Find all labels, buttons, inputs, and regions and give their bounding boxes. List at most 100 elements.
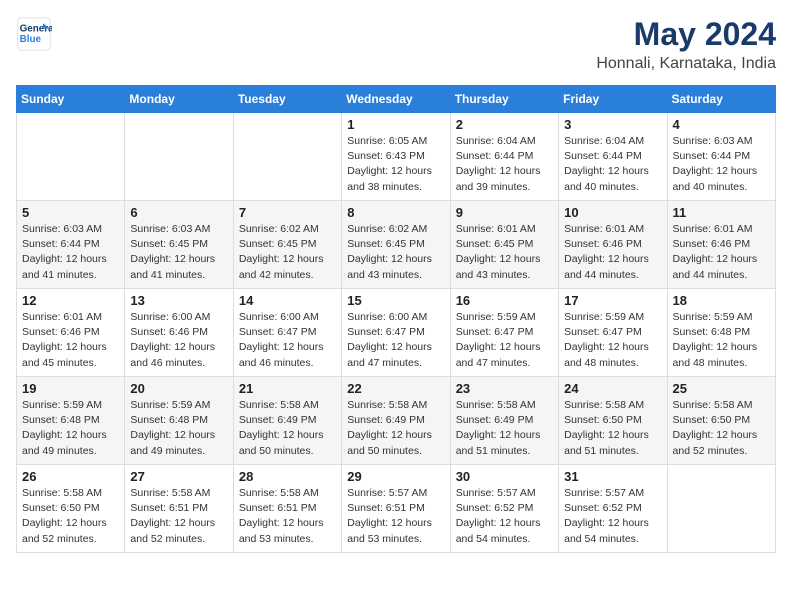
calendar-table: SundayMondayTuesdayWednesdayThursdayFrid… <box>16 85 776 553</box>
calendar-cell: 18 Sunrise: 5:59 AM Sunset: 6:48 PM Dayli… <box>667 289 775 377</box>
calendar-cell: 8Sunrise: 6:02 AM Sunset: 6:45 PM Daylig… <box>342 201 450 289</box>
day-number: 25 <box>673 381 770 396</box>
day-number: 8 <box>347 205 444 220</box>
day-info: Sunrise: 6:02 AM Sunset: 6:45 PM Dayligh… <box>239 222 336 283</box>
calendar-cell: 2 Sunrise: 6:04 AM Sunset: 6:44 PM Daylig… <box>450 113 558 201</box>
calendar-cell <box>125 113 233 201</box>
day-number: 31 <box>564 469 661 484</box>
day-info: Sunrise: 5:58 AM Sunset: 6:49 PM Dayligh… <box>456 398 553 459</box>
day-info: Sunrise: 6:00 AM Sunset: 6:46 PM Dayligh… <box>130 310 227 371</box>
day-header-saturday: Saturday <box>667 86 775 113</box>
day-info: Sunrise: 6:03 AM Sunset: 6:44 PM Dayligh… <box>22 222 119 283</box>
calendar-cell: 22 Sunrise: 5:58 AM Sunset: 6:49 PM Dayli… <box>342 377 450 465</box>
calendar-cell: 17 Sunrise: 5:59 AM Sunset: 6:47 PM Dayli… <box>559 289 667 377</box>
calendar-cell: 13 Sunrise: 6:00 AM Sunset: 6:46 PM Dayli… <box>125 289 233 377</box>
calendar-cell: 9 Sunrise: 6:01 AM Sunset: 6:45 PM Daylig… <box>450 201 558 289</box>
week-row-1: 1 Sunrise: 6:05 AM Sunset: 6:43 PM Daylig… <box>17 113 776 201</box>
day-number: 17 <box>564 293 661 308</box>
calendar-cell: 12Sunrise: 6:01 AM Sunset: 6:46 PM Dayli… <box>17 289 125 377</box>
day-info: Sunrise: 5:57 AM Sunset: 6:52 PM Dayligh… <box>564 486 661 547</box>
day-number: 24 <box>564 381 661 396</box>
day-info: Sunrise: 6:03 AM Sunset: 6:45 PM Dayligh… <box>130 222 227 283</box>
day-number: 9 <box>456 205 553 220</box>
day-info: Sunrise: 5:59 AM Sunset: 6:48 PM Dayligh… <box>673 310 770 371</box>
day-info: Sunrise: 5:59 AM Sunset: 6:48 PM Dayligh… <box>22 398 119 459</box>
day-header-monday: Monday <box>125 86 233 113</box>
day-info: Sunrise: 5:59 AM Sunset: 6:47 PM Dayligh… <box>564 310 661 371</box>
day-info: Sunrise: 5:58 AM Sunset: 6:50 PM Dayligh… <box>22 486 119 547</box>
day-number: 3 <box>564 117 661 132</box>
week-row-2: 5Sunrise: 6:03 AM Sunset: 6:44 PM Daylig… <box>17 201 776 289</box>
day-info: Sunrise: 6:04 AM Sunset: 6:44 PM Dayligh… <box>564 134 661 195</box>
day-number: 7 <box>239 205 336 220</box>
calendar-cell: 10 Sunrise: 6:01 AM Sunset: 6:46 PM Dayli… <box>559 201 667 289</box>
calendar-cell: 14Sunrise: 6:00 AM Sunset: 6:47 PM Dayli… <box>233 289 341 377</box>
day-number: 27 <box>130 469 227 484</box>
calendar-cell: 7 Sunrise: 6:02 AM Sunset: 6:45 PM Daylig… <box>233 201 341 289</box>
title-area: May 2024 Honnali, Karnataka, India <box>596 16 776 73</box>
day-info: Sunrise: 6:01 AM Sunset: 6:46 PM Dayligh… <box>564 222 661 283</box>
calendar-cell: 26 Sunrise: 5:58 AM Sunset: 6:50 PM Dayli… <box>17 465 125 553</box>
calendar-cell: 5Sunrise: 6:03 AM Sunset: 6:44 PM Daylig… <box>17 201 125 289</box>
day-number: 13 <box>130 293 227 308</box>
day-header-friday: Friday <box>559 86 667 113</box>
calendar-cell: 31 Sunrise: 5:57 AM Sunset: 6:52 PM Dayli… <box>559 465 667 553</box>
day-info: Sunrise: 6:01 AM Sunset: 6:45 PM Dayligh… <box>456 222 553 283</box>
day-info: Sunrise: 6:04 AM Sunset: 6:44 PM Dayligh… <box>456 134 553 195</box>
calendar-title: May 2024 <box>596 16 776 53</box>
day-header-wednesday: Wednesday <box>342 86 450 113</box>
day-number: 18 <box>673 293 770 308</box>
calendar-cell <box>17 113 125 201</box>
day-number: 26 <box>22 469 119 484</box>
day-number: 1 <box>347 117 444 132</box>
day-number: 4 <box>673 117 770 132</box>
calendar-cell: 30Sunrise: 5:57 AM Sunset: 6:52 PM Dayli… <box>450 465 558 553</box>
day-info: Sunrise: 5:57 AM Sunset: 6:52 PM Dayligh… <box>456 486 553 547</box>
day-number: 10 <box>564 205 661 220</box>
day-info: Sunrise: 5:58 AM Sunset: 6:49 PM Dayligh… <box>347 398 444 459</box>
day-header-sunday: Sunday <box>17 86 125 113</box>
week-row-5: 26 Sunrise: 5:58 AM Sunset: 6:50 PM Dayli… <box>17 465 776 553</box>
calendar-cell: 21Sunrise: 5:58 AM Sunset: 6:49 PM Dayli… <box>233 377 341 465</box>
calendar-cell: 11Sunrise: 6:01 AM Sunset: 6:46 PM Dayli… <box>667 201 775 289</box>
day-info: Sunrise: 5:59 AM Sunset: 6:48 PM Dayligh… <box>130 398 227 459</box>
logo-icon: General Blue <box>16 16 52 52</box>
calendar-cell: 3 Sunrise: 6:04 AM Sunset: 6:44 PM Daylig… <box>559 113 667 201</box>
day-info: Sunrise: 5:58 AM Sunset: 6:51 PM Dayligh… <box>130 486 227 547</box>
calendar-cell: 28 Sunrise: 5:58 AM Sunset: 6:51 PM Dayli… <box>233 465 341 553</box>
calendar-cell: 20 Sunrise: 5:59 AM Sunset: 6:48 PM Dayli… <box>125 377 233 465</box>
day-info: Sunrise: 5:58 AM Sunset: 6:51 PM Dayligh… <box>239 486 336 547</box>
day-number: 2 <box>456 117 553 132</box>
day-info: Sunrise: 6:03 AM Sunset: 6:44 PM Dayligh… <box>673 134 770 195</box>
calendar-cell: 19 Sunrise: 5:59 AM Sunset: 6:48 PM Dayli… <box>17 377 125 465</box>
day-info: Sunrise: 5:58 AM Sunset: 6:50 PM Dayligh… <box>673 398 770 459</box>
calendar-cell <box>233 113 341 201</box>
day-headers-row: SundayMondayTuesdayWednesdayThursdayFrid… <box>17 86 776 113</box>
calendar-cell: 27 Sunrise: 5:58 AM Sunset: 6:51 PM Dayli… <box>125 465 233 553</box>
day-number: 23 <box>456 381 553 396</box>
day-info: Sunrise: 5:57 AM Sunset: 6:51 PM Dayligh… <box>347 486 444 547</box>
calendar-cell: 29Sunrise: 5:57 AM Sunset: 6:51 PM Dayli… <box>342 465 450 553</box>
day-number: 20 <box>130 381 227 396</box>
day-info: Sunrise: 6:01 AM Sunset: 6:46 PM Dayligh… <box>22 310 119 371</box>
day-info: Sunrise: 6:00 AM Sunset: 6:47 PM Dayligh… <box>239 310 336 371</box>
day-number: 16 <box>456 293 553 308</box>
day-header-tuesday: Tuesday <box>233 86 341 113</box>
day-number: 28 <box>239 469 336 484</box>
logo: General Blue <box>16 16 52 52</box>
day-number: 22 <box>347 381 444 396</box>
svg-text:General: General <box>20 23 52 34</box>
svg-text:Blue: Blue <box>20 34 42 45</box>
day-number: 19 <box>22 381 119 396</box>
calendar-cell: 4 Sunrise: 6:03 AM Sunset: 6:44 PM Daylig… <box>667 113 775 201</box>
day-number: 11 <box>673 205 770 220</box>
calendar-cell: 6 Sunrise: 6:03 AM Sunset: 6:45 PM Daylig… <box>125 201 233 289</box>
week-row-3: 12Sunrise: 6:01 AM Sunset: 6:46 PM Dayli… <box>17 289 776 377</box>
calendar-cell: 15Sunrise: 6:00 AM Sunset: 6:47 PM Dayli… <box>342 289 450 377</box>
calendar-cell: 16Sunrise: 5:59 AM Sunset: 6:47 PM Dayli… <box>450 289 558 377</box>
week-row-4: 19 Sunrise: 5:59 AM Sunset: 6:48 PM Dayli… <box>17 377 776 465</box>
day-info: Sunrise: 5:58 AM Sunset: 6:49 PM Dayligh… <box>239 398 336 459</box>
day-info: Sunrise: 6:05 AM Sunset: 6:43 PM Dayligh… <box>347 134 444 195</box>
day-number: 6 <box>130 205 227 220</box>
day-info: Sunrise: 5:58 AM Sunset: 6:50 PM Dayligh… <box>564 398 661 459</box>
